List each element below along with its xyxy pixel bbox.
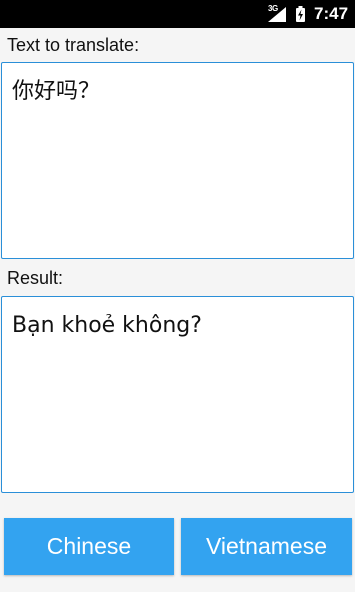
target-language-button[interactable]: Vietnamese xyxy=(181,518,352,575)
clock: 7:47 xyxy=(314,4,349,23)
source-label: Text to translate: xyxy=(7,35,140,55)
result-label: Result: xyxy=(7,268,64,288)
status-bar: 3G 7:47 xyxy=(0,0,355,28)
signal-icon xyxy=(268,7,286,22)
result-text-field[interactable]: Bạn khoẻ không? xyxy=(1,296,354,493)
battery-charging-icon xyxy=(296,6,305,22)
source-language-button[interactable]: Chinese xyxy=(4,518,174,575)
source-text-input[interactable]: 你好吗？ xyxy=(1,62,354,259)
